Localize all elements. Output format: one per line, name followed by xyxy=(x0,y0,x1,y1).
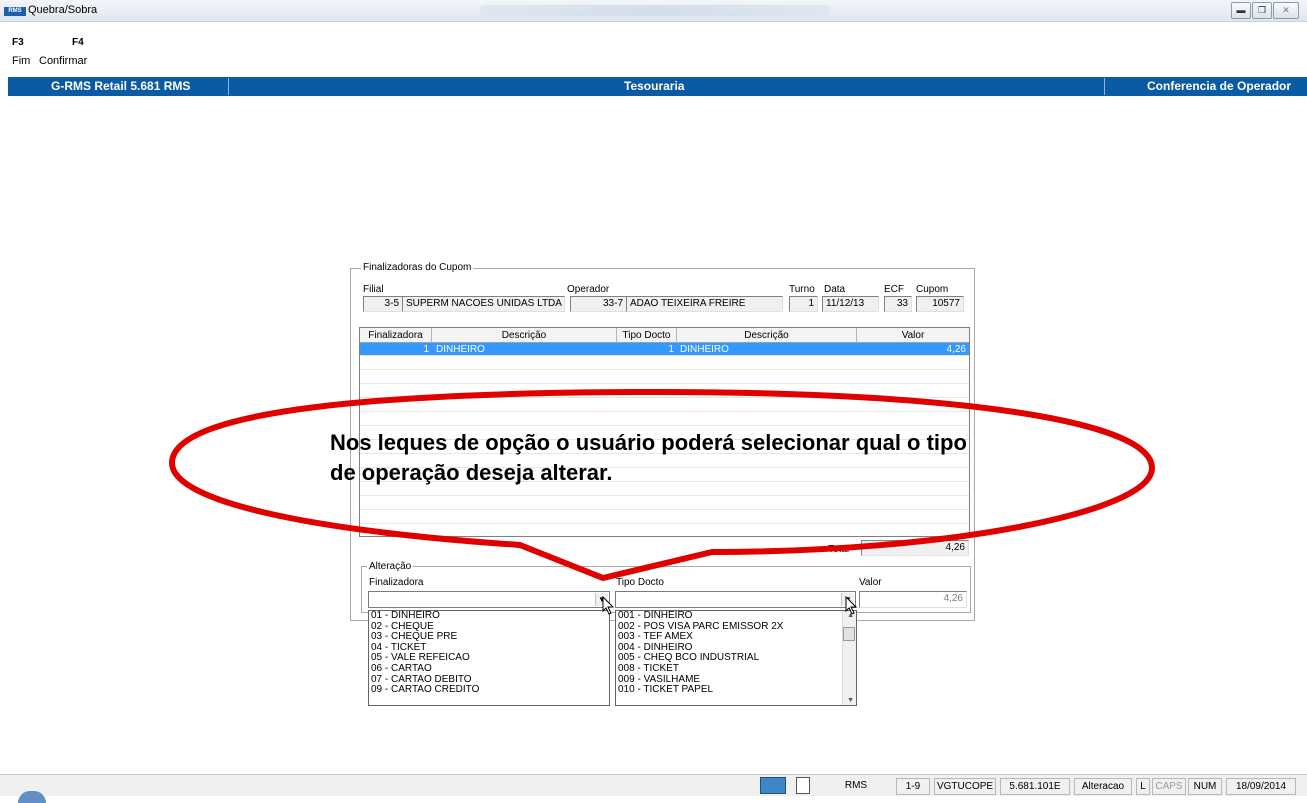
ecf-field: 33 xyxy=(884,296,912,312)
list-item[interactable]: 010 - TICKET PAPEL xyxy=(616,685,856,696)
col-descricao[interactable]: Descrição xyxy=(432,328,617,343)
cupom-field: 10577 xyxy=(916,296,964,312)
label-turno: Turno xyxy=(789,284,815,295)
table-row-empty xyxy=(360,413,969,426)
status-l: L xyxy=(1136,778,1150,795)
cell-valor: 4,26 xyxy=(946,344,966,355)
label-alt-tipo-docto: Tipo Docto xyxy=(616,577,664,588)
restore-icon[interactable]: ❐ xyxy=(1252,2,1272,19)
list-item[interactable]: 01 - DINHEIRO xyxy=(369,611,609,622)
app-logo-icon: RMS xyxy=(4,7,26,16)
table-row[interactable]: 1 DINHEIRO 1 DINHEIRO 4,26 xyxy=(360,343,969,356)
tipo-docto-dropdown-list[interactable]: 001 - DINHEIRO 002 - POS VISA PARC EMISS… xyxy=(615,610,857,706)
operador-code-field: 33-7 xyxy=(570,296,627,312)
group-title-cupom: Finalizadoras do Cupom xyxy=(361,262,474,273)
status-bar: RMS 1-9 VGTUCOPE 5.681.101E Alteracao L … xyxy=(0,774,1307,803)
status-mode: Alteracao xyxy=(1074,778,1132,795)
col-tipo-docto[interactable]: Tipo Docto xyxy=(617,328,677,343)
filial-name-field: SUPERM NACOES UNIDAS LTDA xyxy=(402,296,565,312)
table-row-empty xyxy=(360,399,969,412)
scroll-down-icon[interactable]: ▼ xyxy=(847,697,854,704)
col-finalizadora[interactable]: Finalizadora xyxy=(360,328,432,343)
list-item[interactable]: 001 - DINHEIRO xyxy=(616,611,856,622)
col-descricao-2[interactable]: Descrição xyxy=(677,328,857,343)
table-row-empty xyxy=(360,371,969,384)
system-version-label: G-RMS Retail 5.681 RMS xyxy=(51,79,191,93)
f4-key[interactable]: F4 xyxy=(72,37,84,48)
status-num: NUM xyxy=(1188,778,1222,795)
mouse-cursor-icon xyxy=(845,596,858,615)
title-bar: RMS Quebra/Sobra ▬ ❐ ✕ xyxy=(0,0,1307,22)
finalizadora-dropdown-list[interactable]: 01 - DINHEIRO 02 - CHEQUE 03 - CHEQUE PR… xyxy=(368,610,610,706)
list-item[interactable]: 06 - CARTAO xyxy=(369,663,609,675)
close-icon[interactable]: ✕ xyxy=(1273,2,1299,19)
data-field: 11/12/13 xyxy=(822,296,879,312)
keyboard-icon[interactable] xyxy=(760,777,786,794)
scroll-thumb[interactable] xyxy=(843,627,855,641)
table-row-empty xyxy=(360,497,969,510)
status-caps: CAPS xyxy=(1152,778,1186,795)
window-controls: ▬ ❐ ✕ xyxy=(1230,2,1299,19)
valor-input[interactable]: 4,26 xyxy=(859,591,967,608)
module-header-bar: G-RMS Retail 5.681 RMS Tesouraria Confer… xyxy=(8,77,1307,96)
confirmar-button[interactable]: Confirmar xyxy=(39,55,87,67)
label-ecf: ECF xyxy=(884,284,904,295)
grid-header: Finalizadora Descrição Tipo Docto Descri… xyxy=(360,328,969,343)
screen-name-label: Conferencia de Operador xyxy=(1147,79,1292,93)
cell-descricao: DINHEIRO xyxy=(436,344,485,355)
turno-field: 1 xyxy=(789,296,818,312)
label-total: Total xyxy=(828,544,850,555)
list-item[interactable]: 09 - CARTAO CREDITO xyxy=(369,685,609,696)
status-version: 5.681.101E xyxy=(1000,778,1070,795)
clipboard-icon[interactable] xyxy=(796,777,810,794)
table-row-empty xyxy=(360,357,969,370)
module-name-label: Tesouraria xyxy=(624,79,685,93)
cell-finalizadora: 1 xyxy=(423,344,429,355)
mouse-cursor-icon xyxy=(602,596,615,615)
blurred-title-text xyxy=(480,5,830,16)
tipo-docto-select[interactable]: ▼ xyxy=(615,591,856,608)
f3-key[interactable]: F3 xyxy=(12,37,24,48)
finalizadora-select[interactable]: ▼ xyxy=(368,591,610,608)
fim-button[interactable]: Fim xyxy=(12,55,30,67)
label-operador: Operador xyxy=(567,284,610,295)
list-item[interactable]: 008 - TICKET xyxy=(616,663,856,675)
window-title: Quebra/Sobra xyxy=(28,4,98,16)
label-data: Data xyxy=(824,284,846,295)
minimize-icon[interactable]: ▬ xyxy=(1231,2,1251,19)
scrollbar[interactable]: ▲ ▼ xyxy=(842,611,856,705)
status-program: VGTUCOPE xyxy=(934,778,996,795)
col-valor[interactable]: Valor xyxy=(857,328,969,343)
group-title-alteracao: Alteração xyxy=(367,561,414,572)
globe-icon xyxy=(18,791,46,803)
label-cupom: Cupom xyxy=(916,284,949,295)
status-date: 18/09/2014 xyxy=(1226,778,1296,795)
status-rms: RMS xyxy=(826,778,886,795)
table-row-empty xyxy=(360,511,969,524)
operador-name-field: ADAO TEIXEIRA FREIRE xyxy=(626,296,783,312)
annotation-text: Nos leques de opção o usuário poderá sel… xyxy=(330,430,967,485)
total-field: 4,26 xyxy=(861,540,969,556)
label-alt-finalizadora: Finalizadora xyxy=(369,577,424,588)
label-alt-valor: Valor xyxy=(859,577,882,588)
status-range: 1-9 xyxy=(896,778,930,795)
cell-descricao-2: DINHEIRO xyxy=(680,344,729,355)
table-row-empty xyxy=(360,385,969,398)
cell-tipo-docto: 1 xyxy=(668,344,674,355)
toolbar: F3 Fim F4 Confirmar xyxy=(0,22,1307,72)
filial-code-field: 3-5 xyxy=(363,296,403,312)
label-filial: Filial xyxy=(363,284,384,295)
